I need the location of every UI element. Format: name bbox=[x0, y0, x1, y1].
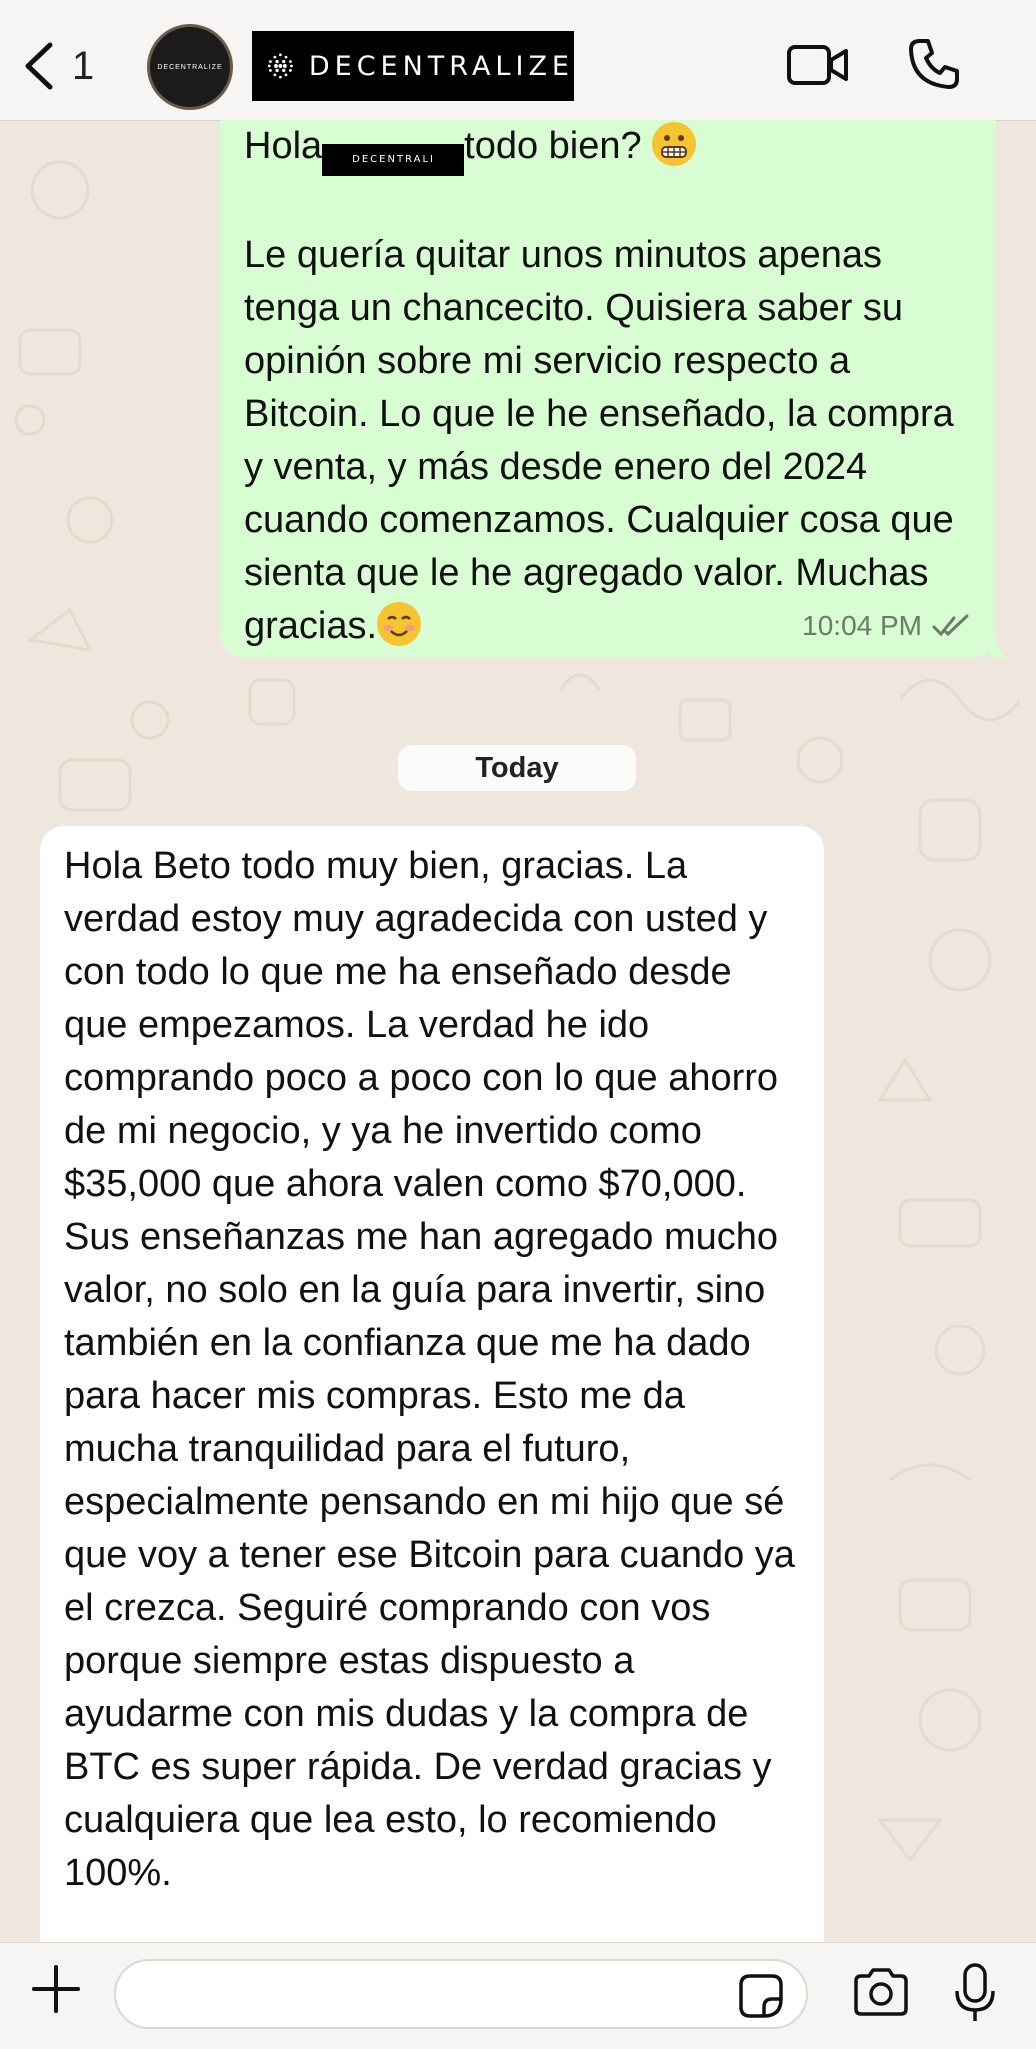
outgoing-message[interactable]: Hola DECENTRALI todo bien? Le quería quita… bbox=[220, 120, 996, 658]
double-check-icon bbox=[932, 614, 969, 637]
chat-header: 1 DECENTRALIZE DECENTRALIZE bbox=[0, 0, 1036, 121]
video-camera-icon bbox=[787, 45, 848, 85]
sticker-icon bbox=[739, 1974, 783, 2018]
message-time: 10:04 PM bbox=[802, 610, 922, 641]
chevron-left-icon bbox=[22, 41, 56, 91]
incoming-message[interactable]: Hola Beto todo muy bien, gracias. La ver… bbox=[40, 826, 824, 1946]
plus-icon bbox=[32, 1965, 80, 2013]
smiling-emoji-icon bbox=[377, 602, 422, 646]
outgoing-body: Le quería quitar unos minutos apenas ten… bbox=[244, 234, 965, 647]
unread-count: 1 bbox=[72, 43, 95, 88]
brand-logo-icon bbox=[267, 53, 293, 79]
message-meta: 10:04 PM bbox=[802, 610, 970, 642]
camera-button[interactable] bbox=[852, 1967, 910, 2017]
bubble-tail bbox=[990, 628, 1006, 658]
voice-call-button[interactable] bbox=[906, 36, 962, 92]
avatar[interactable]: DECENTRALIZE bbox=[147, 24, 233, 110]
voice-message-button[interactable] bbox=[954, 1963, 996, 2023]
message-composer bbox=[0, 1942, 1036, 2049]
back-button[interactable]: 1 bbox=[22, 38, 102, 94]
greeting-before: Hola bbox=[244, 125, 323, 167]
day-separator: Today bbox=[398, 745, 636, 791]
microphone-icon bbox=[955, 1963, 995, 2021]
avatar-label: DECENTRALIZE bbox=[157, 63, 223, 71]
day-separator-label: Today bbox=[475, 751, 559, 784]
sticker-button[interactable] bbox=[738, 1973, 784, 2019]
camera-icon bbox=[854, 1968, 908, 2016]
phone-icon bbox=[909, 39, 959, 89]
greeting-after: todo bien? bbox=[464, 125, 653, 167]
contact-name-text: DECENTRALIZE bbox=[308, 50, 574, 82]
inline-logo: DECENTRALI bbox=[322, 144, 465, 176]
attach-button[interactable] bbox=[30, 1963, 82, 2015]
grimacing-emoji-icon bbox=[652, 122, 697, 166]
video-call-button[interactable] bbox=[786, 40, 850, 90]
contact-name[interactable]: DECENTRALIZE bbox=[252, 31, 574, 101]
incoming-message-text: Hola Beto todo muy bien, gracias. La ver… bbox=[64, 845, 806, 1894]
message-input[interactable] bbox=[140, 1971, 704, 2019]
outgoing-message-text: Hola DECENTRALI todo bien? Le quería quita… bbox=[244, 120, 974, 653]
message-input-container bbox=[114, 1959, 808, 2029]
